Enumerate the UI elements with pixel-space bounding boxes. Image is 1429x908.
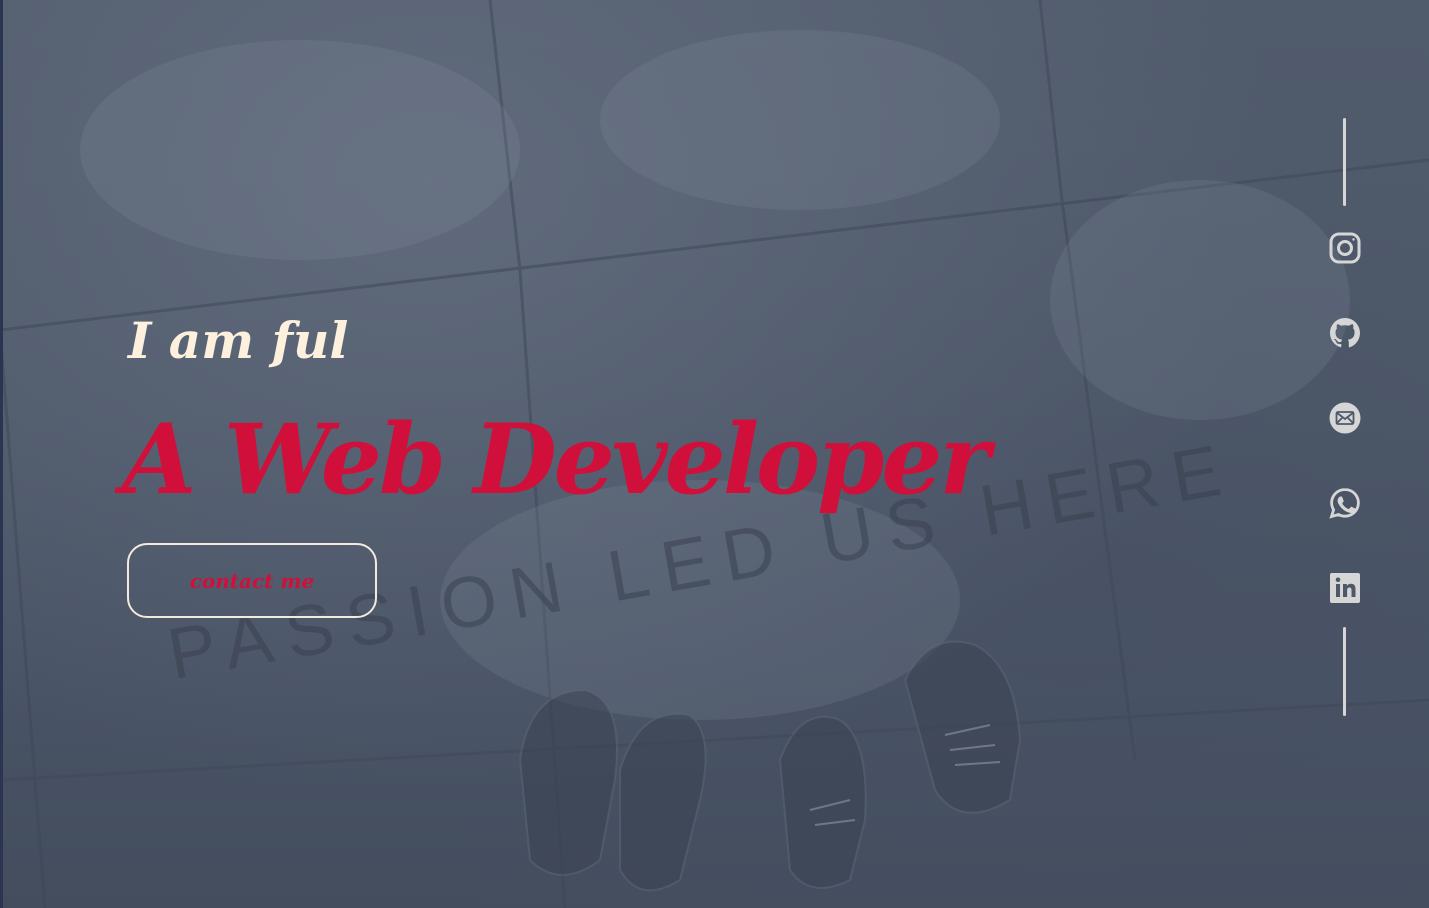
social-divider-top [1343, 118, 1346, 206]
hero-headline: A Web Developer [122, 403, 990, 516]
email-icon[interactable] [1327, 400, 1363, 436]
instagram-icon[interactable] [1327, 230, 1363, 266]
linkedin-icon[interactable] [1327, 570, 1363, 606]
contact-me-button[interactable]: contact me [127, 543, 377, 618]
whatsapp-icon[interactable] [1327, 485, 1363, 521]
hero-section: PASSION LED US HERE I am ful A Web Devel… [0, 0, 1429, 908]
github-icon[interactable] [1327, 315, 1363, 351]
social-divider-bottom [1343, 627, 1346, 716]
hero-greeting: I am ful [128, 311, 349, 370]
left-edge-strip [0, 0, 3, 908]
social-links-bar [1322, 118, 1368, 716]
